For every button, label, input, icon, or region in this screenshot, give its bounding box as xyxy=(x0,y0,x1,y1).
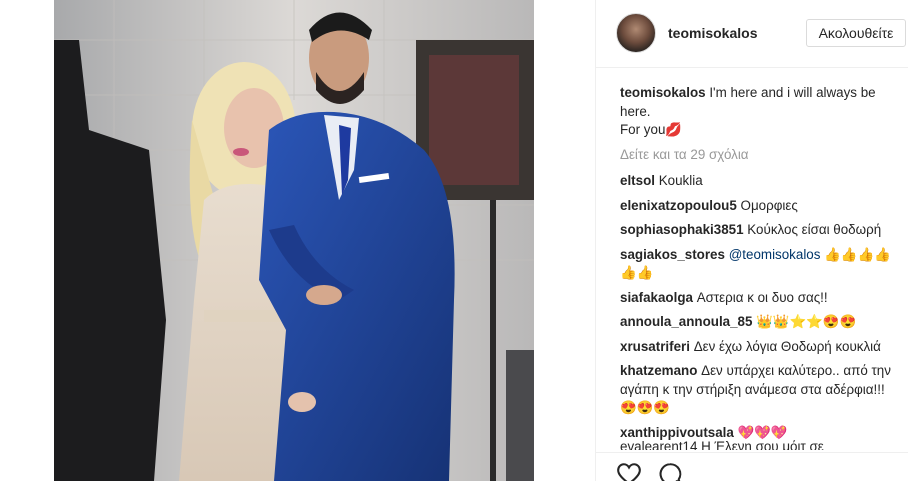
comment-item: sagiakos_stores @teomisokalos 👍👍👍👍👍👍 xyxy=(620,246,900,283)
following-button[interactable]: Ακολουθείτε xyxy=(806,19,906,47)
comment-username[interactable]: sagiakos_stores xyxy=(620,247,725,262)
comment-username[interactable]: khatzemano xyxy=(620,363,697,378)
comment-item: sophiasophaki3851 Κούκλος είσαι θοδωρή xyxy=(620,221,900,240)
avatar[interactable] xyxy=(616,13,656,53)
caption-text-line2: here. xyxy=(620,103,651,119)
post-details-panel: teomisokalos Ακολουθείτε teomisokalos I'… xyxy=(595,0,908,481)
comment-username[interactable]: elenixatzopoulou5 xyxy=(620,198,737,213)
comment-item: elenixatzopoulou5 Ομορφιες xyxy=(620,197,900,216)
heart-icon[interactable] xyxy=(616,461,642,481)
comment-item: eltsol Kouklia xyxy=(620,172,900,191)
clipped-comment-text: evalearent14 Η Έλενη σου μόιτ σε xyxy=(620,439,824,450)
post-header: teomisokalos Ακολουθείτε xyxy=(596,0,908,68)
comment-username[interactable]: annoula_annoula_85 xyxy=(620,314,752,329)
comment-text: Kouklia xyxy=(658,173,703,188)
post-photo[interactable] xyxy=(54,0,534,481)
comment-username[interactable]: eltsol xyxy=(620,173,655,188)
photo-illustration xyxy=(54,0,534,481)
caption-username[interactable]: teomisokalos xyxy=(620,85,706,100)
comment-item: khatzemano Δεν υπάρχει καλύτερο.. από τη… xyxy=(620,362,900,418)
caption-text-line3: For you💋 xyxy=(620,122,683,137)
comment-text: Κούκλος είσαι θοδωρή xyxy=(747,222,882,237)
comment-item: xrusatriferi Δεν έχω λόγια Θοδωρή κουκλι… xyxy=(620,338,900,357)
comment-text: Δεν έχω λόγια Θοδωρή κουκλιά xyxy=(693,338,881,354)
partially-visible-comment: evalearent14 Η Έλενη σου μόιτ σε xyxy=(620,438,900,450)
post-media-area xyxy=(0,0,595,481)
post-actions-bar xyxy=(596,452,908,481)
comment-item: siafakaolga Αστερια κ οι δυο σας!! xyxy=(620,289,900,308)
comment-mention-link[interactable]: @teomisokalos xyxy=(729,247,821,262)
comment-username[interactable]: siafakaolga xyxy=(620,290,693,305)
caption-text-line1: I'm here and i will always be xyxy=(709,85,876,100)
header-username[interactable]: teomisokalos xyxy=(668,25,757,41)
comments-list: teomisokalos I'm here and i will always … xyxy=(620,84,900,448)
view-all-comments-link[interactable]: Δείτε και τα 29 σχόλια xyxy=(620,146,900,165)
comment-text: Αστερια κ οι δυο σας!! xyxy=(696,289,828,305)
post-caption: teomisokalos I'm here and i will always … xyxy=(620,84,900,140)
comment-text: Ομορφιες xyxy=(740,197,798,213)
comment-username[interactable]: xrusatriferi xyxy=(620,339,690,354)
comment-username[interactable]: sophiasophaki3851 xyxy=(620,222,744,237)
comment-item: annoula_annoula_85 👑👑⭐⭐😍😍 xyxy=(620,313,900,332)
comment-bubble-icon[interactable] xyxy=(657,461,683,481)
comment-text: 👑👑⭐⭐😍😍 xyxy=(756,314,857,329)
